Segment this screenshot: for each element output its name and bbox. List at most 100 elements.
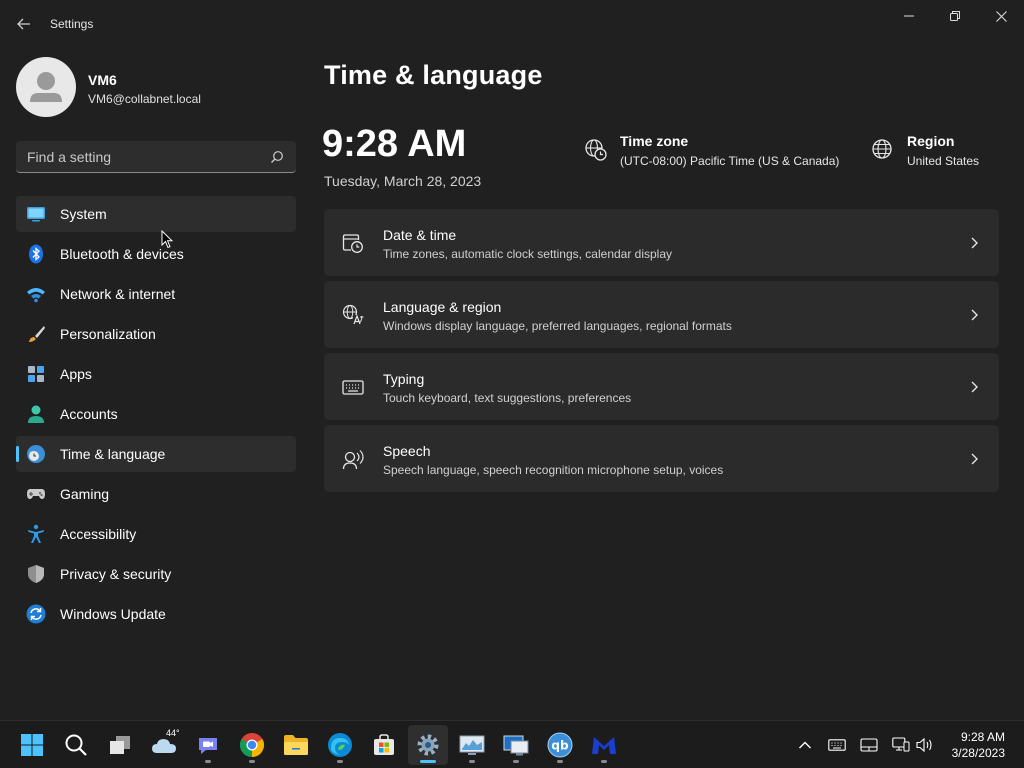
search-icon [65, 734, 87, 756]
system-icon [27, 207, 45, 222]
card-date-time[interactable]: Date & time Time zones, automatic clock … [324, 209, 999, 276]
input-indicator[interactable] [827, 735, 847, 755]
bluetooth-icon [29, 244, 43, 264]
show-hidden-icons-button[interactable] [795, 735, 815, 755]
chevron-up-icon [799, 741, 811, 749]
sidebar-item-system[interactable]: System [16, 196, 296, 232]
card-language-region[interactable]: Language & region Windows display langua… [324, 281, 999, 348]
keyboard-icon [342, 380, 364, 395]
store-icon [374, 734, 394, 755]
taskbar-clock-date[interactable]: 3/28/2023 [952, 746, 1005, 760]
sidebar-item-label: Personalization [60, 326, 156, 342]
sidebar-item-windows-update[interactable]: Windows Update [16, 596, 296, 632]
sidebar-item-apps[interactable]: Apps [16, 356, 296, 392]
network-indicator[interactable] [891, 735, 911, 755]
current-date: Tuesday, March 28, 2023 [324, 173, 482, 189]
sidebar-item-label: Privacy & security [60, 566, 172, 582]
chevron-right-icon [971, 237, 978, 249]
taskbar-app-chat[interactable] [188, 725, 228, 765]
default-user-icon [30, 72, 62, 102]
app-title: Settings [50, 17, 94, 31]
taskbar-app-store[interactable] [364, 725, 404, 765]
taskbar-app-remote-desktop[interactable] [496, 725, 536, 765]
sidebar-item-accounts[interactable]: Accounts [16, 396, 296, 432]
update-icon [26, 604, 46, 624]
task-view-button[interactable] [100, 725, 140, 765]
taskbar-app-file-explorer[interactable] [276, 725, 316, 765]
task-view-icon [110, 736, 130, 754]
mouse-cursor-icon [161, 230, 173, 249]
running-indicator [249, 760, 255, 763]
touchpad-indicator[interactable] [859, 735, 879, 755]
running-indicator [420, 760, 436, 763]
taskbar-app-edge[interactable] [320, 725, 360, 765]
sidebar-item-network-internet[interactable]: Network & internet [16, 276, 296, 312]
card-description: Time zones, automatic clock settings, ca… [383, 247, 673, 261]
card-title: Typing [383, 371, 425, 387]
taskbar-app-resource-monitor[interactable] [452, 725, 492, 765]
card-title: Speech [383, 443, 431, 459]
title-bar: Settings [0, 0, 1024, 48]
card-description: Windows display language, preferred lang… [383, 319, 732, 333]
windows-logo-icon [21, 734, 43, 756]
sidebar-item-label: System [60, 206, 107, 222]
restore-icon [950, 11, 960, 21]
teams-chat-icon [199, 738, 217, 754]
page-title: Time & language [324, 60, 543, 90]
sidebar-item-accessibility[interactable]: Accessibility [16, 516, 296, 552]
minimize-icon [904, 15, 914, 17]
sidebar-item-gaming[interactable]: Gaming [16, 476, 296, 512]
card-speech[interactable]: Speech Speech language, speech recogniti… [324, 425, 999, 492]
sidebar-item-label: Network & internet [60, 286, 176, 302]
sidebar-item-label: Accounts [60, 406, 118, 422]
remote-desktop-icon [503, 735, 529, 756]
taskbar-app-qbittorrent[interactable]: qb [540, 725, 580, 765]
sidebar-item-privacy-security[interactable]: Privacy & security [16, 556, 296, 592]
taskbar-clock-time[interactable]: 9:28 AM [961, 730, 1005, 744]
taskbar-app-chrome[interactable] [232, 725, 272, 765]
gear-icon [417, 734, 439, 756]
sidebar-item-label: Apps [60, 366, 92, 382]
chevron-right-icon [971, 453, 978, 465]
calendar-clock-icon [342, 234, 363, 253]
start-button[interactable] [12, 725, 52, 765]
card-title: Language & region [383, 299, 502, 315]
minimize-button[interactable] [886, 0, 932, 32]
card-description: Speech language, speech recognition micr… [383, 463, 724, 477]
qbittorrent-icon: qb [547, 732, 573, 758]
restore-button[interactable] [932, 0, 978, 32]
sidebar-item-label: Accessibility [60, 526, 137, 542]
running-indicator [601, 760, 607, 763]
monitor-chart-icon [459, 735, 485, 755]
volume-indicator[interactable] [915, 735, 935, 755]
back-arrow-icon [17, 18, 30, 30]
running-indicator [557, 760, 563, 763]
back-button[interactable] [12, 12, 36, 36]
speech-icon [342, 450, 364, 470]
taskbar-app-malwarebytes[interactable] [584, 725, 624, 765]
search-input[interactable] [16, 141, 266, 172]
card-typing[interactable]: Typing Touch keyboard, text suggestions,… [324, 353, 999, 420]
keyboard-icon [828, 739, 846, 751]
sidebar-nav: System Bluetooth & devices Network & int… [16, 196, 296, 636]
taskbar-search-button[interactable] [56, 725, 96, 765]
close-button[interactable] [978, 0, 1024, 32]
weather-temperature: 44° [166, 728, 180, 738]
language-icon [342, 304, 364, 325]
search-icon[interactable] [270, 150, 284, 164]
weather-widget[interactable]: 44° [144, 725, 184, 765]
chevron-right-icon [971, 381, 978, 393]
taskbar-app-settings[interactable] [408, 725, 448, 765]
chevron-right-icon [971, 309, 978, 321]
sidebar-item-label: Gaming [60, 486, 110, 502]
sidebar-item-time-language[interactable]: Time & language [16, 436, 296, 472]
wifi-icon [27, 288, 45, 303]
running-indicator [469, 760, 475, 763]
settings-cards: Date & time Time zones, automatic clock … [324, 209, 999, 497]
sidebar-item-label: Windows Update [60, 606, 166, 622]
sidebar-item-bluetooth-devices[interactable]: Bluetooth & devices [16, 236, 296, 272]
brush-icon [29, 326, 45, 342]
sidebar-item-personalization[interactable]: Personalization [16, 316, 296, 352]
accessibility-icon [28, 524, 44, 543]
speaker-icon [916, 737, 932, 753]
